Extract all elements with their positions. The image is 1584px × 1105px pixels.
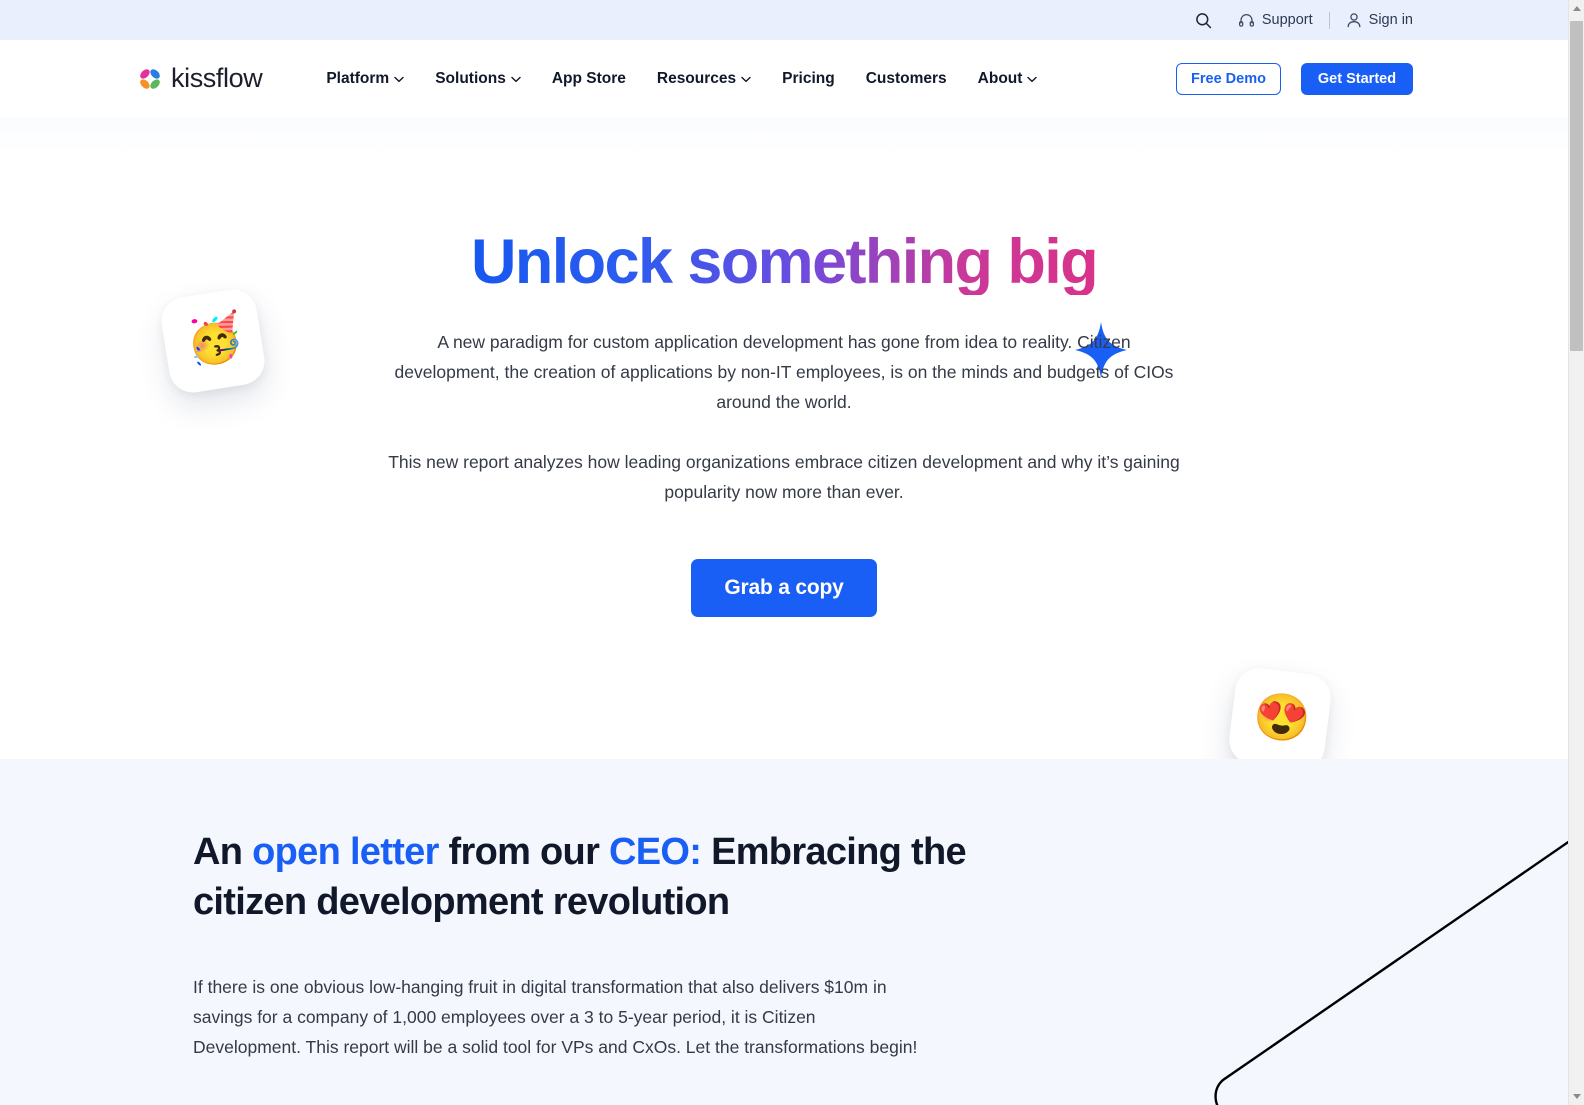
hero-title: Unlock something big	[470, 227, 1099, 297]
free-demo-button[interactable]: Free Demo	[1176, 62, 1281, 95]
nav-label: About	[977, 69, 1023, 87]
ceo-heading: An open letter from our CEO: Embracing t…	[193, 827, 1000, 927]
utility-bar: Support Sign in	[0, 0, 1568, 40]
signin-label: Sign in	[1368, 11, 1413, 28]
search-button[interactable]	[1195, 12, 1212, 29]
nav-item-solutions[interactable]: Solutions	[435, 70, 521, 88]
scroll-down-arrow-icon[interactable]	[1569, 1088, 1584, 1105]
logo-link[interactable]: kissflow	[137, 63, 263, 93]
ceo-heading-part-2: from our	[438, 831, 610, 873]
ceo-heading-highlight-ceo: CEO:	[609, 831, 702, 873]
nav-item-resources[interactable]: Resources	[657, 70, 751, 88]
kissflow-flower-logo-icon	[137, 66, 163, 92]
scroll-down-triangle	[1572, 1094, 1581, 1099]
main-navigation: Platform Solutions App Store Resources P…	[326, 70, 1038, 88]
nav-label: Resources	[656, 69, 737, 87]
hero-paragraph-1: A new paradigm for custom application de…	[394, 332, 1174, 413]
hero-paragraph-2: This new report analyzes how leading org…	[388, 452, 1180, 503]
nav-item-app-store[interactable]: App Store	[552, 70, 626, 88]
chevron-down-icon	[1027, 74, 1038, 83]
nav-label: App Store	[551, 69, 626, 87]
nav-item-platform[interactable]: Platform	[326, 70, 404, 88]
ceo-letter-section: An open letter from our CEO: Embracing t…	[0, 759, 1568, 1105]
support-label: Support	[1261, 11, 1313, 28]
utility-divider	[1328, 11, 1330, 29]
hero-section: 🥳 😍 Unlock something big A new paradigm …	[0, 117, 1568, 759]
support-link[interactable]: Support	[1238, 12, 1313, 29]
hero-content: Unlock something big A new paradigm for …	[0, 117, 1568, 759]
nav-item-pricing[interactable]: Pricing	[782, 70, 835, 88]
ceo-heading-part-1: An	[193, 831, 253, 873]
chevron-down-icon	[394, 74, 404, 83]
nav-item-about[interactable]: About	[978, 70, 1038, 88]
nav-label: Platform	[326, 69, 390, 87]
ceo-body-text: If there is one obvious low-hanging frui…	[193, 977, 918, 1057]
headset-icon	[1238, 12, 1255, 29]
site-header: kissflow Platform Solutions App Store Re…	[0, 40, 1568, 117]
page-viewport: Support Sign in kissflow Platform Soluti…	[0, 0, 1568, 1105]
scroll-up-triangle	[1572, 6, 1581, 11]
ceo-content: An open letter from our CEO: Embracing t…	[0, 759, 1000, 1062]
nav-label: Solutions	[435, 69, 506, 87]
nav-item-customers[interactable]: Customers	[866, 70, 947, 88]
ceo-heading-highlight-open-letter: open letter	[252, 831, 439, 873]
nav-label: Customers	[865, 69, 947, 87]
vertical-scrollbar[interactable]	[1568, 0, 1584, 1105]
chevron-down-icon	[511, 74, 521, 83]
user-icon	[1346, 12, 1362, 29]
envelope-line-decoration	[1214, 840, 1568, 1105]
scroll-up-arrow-icon[interactable]	[1569, 0, 1584, 17]
nav-label: Pricing	[782, 69, 835, 87]
browser-page: Support Sign in kissflow Platform Soluti…	[0, 0, 1584, 1105]
get-started-button[interactable]: Get Started	[1301, 62, 1413, 95]
signin-link[interactable]: Sign in	[1346, 12, 1413, 29]
header-actions: Free Demo Get Started	[1176, 62, 1413, 95]
search-icon	[1195, 12, 1212, 29]
scrollbar-thumb[interactable]	[1570, 21, 1583, 351]
grab-a-copy-button[interactable]: Grab a copy	[691, 559, 877, 618]
logo-text: kissflow	[171, 63, 263, 93]
chevron-down-icon	[741, 74, 751, 83]
